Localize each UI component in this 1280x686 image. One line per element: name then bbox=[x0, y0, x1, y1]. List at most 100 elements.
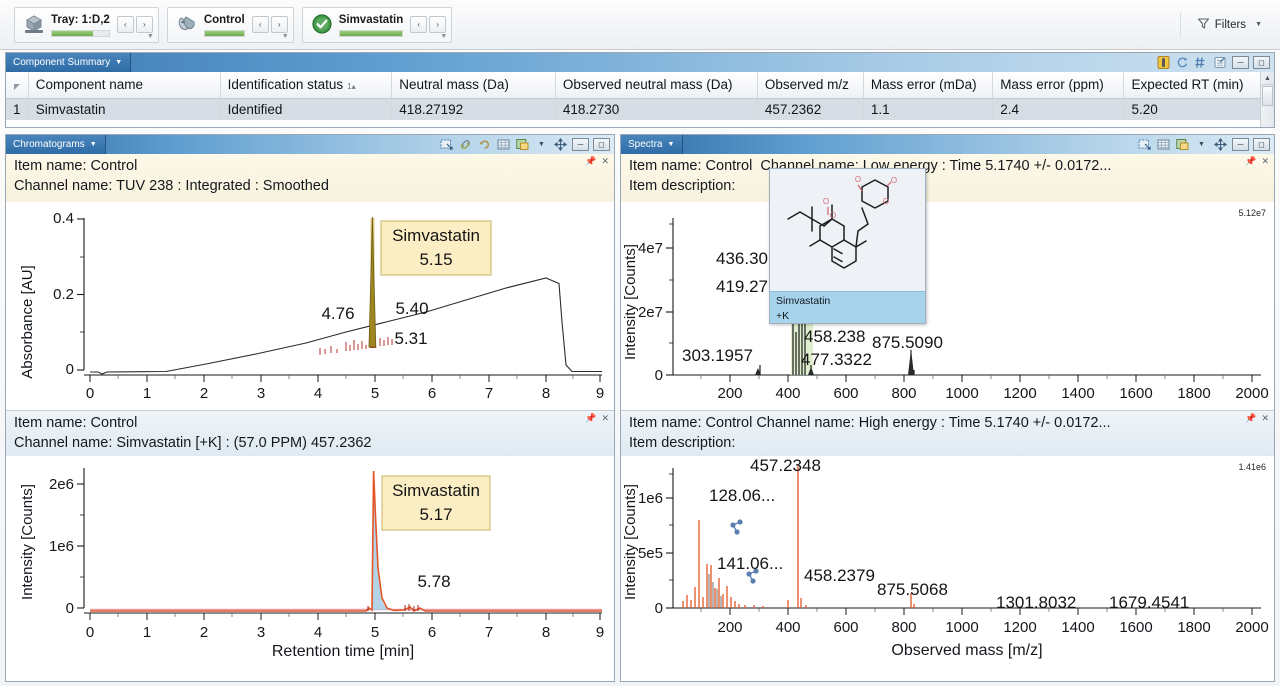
panel-restore-button[interactable]: ◻ bbox=[593, 138, 610, 151]
panel-restore-button[interactable]: ◻ bbox=[1253, 56, 1270, 69]
row-index: 1 bbox=[6, 98, 29, 120]
panel-restore-button[interactable]: ◻ bbox=[1253, 138, 1270, 151]
structure-tooltip: O O O O O Simvastatin +K bbox=[769, 168, 926, 324]
svg-text:1800: 1800 bbox=[1177, 385, 1210, 402]
svg-text:477.3322: 477.3322 bbox=[801, 350, 872, 369]
chevron-down-icon[interactable]: ▼ bbox=[115, 59, 122, 66]
tab-component-summary[interactable]: Component Summary ▼ bbox=[6, 53, 132, 72]
svg-text:1: 1 bbox=[143, 624, 151, 641]
column-header-mass-error-ppm[interactable]: Mass error (ppm) bbox=[992, 72, 1125, 99]
uv-view-controls: 📌 ✕ bbox=[585, 156, 609, 167]
column-header-observed-neutral-mass[interactable]: Observed neutral mass (Da) bbox=[555, 72, 758, 99]
undo-zoom-icon[interactable] bbox=[477, 137, 492, 152]
low-energy-spectrum-header: Item name: Control Channel name: Low ene… bbox=[621, 154, 1274, 202]
close-icon[interactable]: ✕ bbox=[1261, 156, 1269, 167]
component-navigator[interactable]: Simvastatin ‹ › ▼ bbox=[301, 6, 453, 43]
scrollbar-thumb[interactable] bbox=[1262, 86, 1273, 106]
pin-icon[interactable]: 📌 bbox=[1245, 156, 1256, 167]
pan-move-icon[interactable] bbox=[1213, 137, 1228, 152]
tray-navigator[interactable]: Tray: 1:D,2 ‹ › ▼ bbox=[14, 6, 159, 43]
tray-prev-button[interactable]: ‹ bbox=[116, 16, 134, 33]
xic-chromatogram-plot[interactable]: 2e6 1e6 0 Intensity [Counts] 0 1 2 3 4 5… bbox=[6, 456, 614, 661]
tab-chromatograms[interactable]: Chromatograms ▼ bbox=[6, 135, 106, 154]
svg-text:4: 4 bbox=[314, 624, 322, 641]
refresh-icon[interactable] bbox=[1175, 55, 1190, 70]
chromatograms-panel: Chromatograms ▼ ▼ ─ ◻ Item name: Control… bbox=[5, 134, 615, 682]
table-view-icon[interactable] bbox=[496, 137, 511, 152]
sample-next-button[interactable]: › bbox=[270, 16, 288, 33]
component-prev-button[interactable]: ‹ bbox=[410, 16, 428, 33]
select-region-icon[interactable] bbox=[1137, 137, 1152, 152]
sample-prev-button[interactable]: ‹ bbox=[251, 16, 269, 33]
svg-text:Intensity [Counts]: Intensity [Counts] bbox=[622, 484, 639, 600]
svg-text:1679.4541: 1679.4541 bbox=[1109, 593, 1189, 612]
panel-minimize-button[interactable]: ─ bbox=[1232, 56, 1249, 69]
component-label: Simvastatin bbox=[338, 13, 404, 26]
filters-button[interactable]: Filters ▼ bbox=[1179, 12, 1262, 37]
uv-item-name: Item name: Control bbox=[14, 158, 138, 174]
numbering-icon[interactable] bbox=[1194, 55, 1209, 70]
column-header-identification-status[interactable]: Identification status 1▴ bbox=[220, 72, 393, 99]
svg-text:1e6: 1e6 bbox=[49, 538, 74, 555]
table-row[interactable]: 1 Simvastatin Identified 418.27192 418.2… bbox=[6, 98, 1274, 120]
uv-chromatogram-plot[interactable]: 0.4 0.2 0 Absorbance [AU] 0 1 2 3 4 5 6 … bbox=[6, 202, 614, 410]
row-selector-header[interactable] bbox=[6, 72, 29, 99]
layout-icon[interactable] bbox=[515, 137, 530, 152]
svg-text:8: 8 bbox=[542, 624, 550, 641]
high-energy-view-controls: 📌 ✕ bbox=[1245, 413, 1269, 424]
panel-minimize-button[interactable]: ─ bbox=[572, 138, 589, 151]
layout-icon[interactable] bbox=[1175, 137, 1190, 152]
pan-move-icon[interactable] bbox=[553, 137, 568, 152]
column-header-neutral-mass[interactable]: Neutral mass (Da) bbox=[391, 72, 556, 99]
export-table-icon[interactable] bbox=[1213, 55, 1228, 70]
component-dropdown-caret[interactable]: ▼ bbox=[440, 33, 447, 40]
chromatograms-panel-header: Chromatograms ▼ ▼ ─ ◻ bbox=[6, 135, 614, 154]
svg-text:9: 9 bbox=[596, 385, 604, 402]
column-header-observed-mz[interactable]: Observed m/z bbox=[757, 72, 864, 99]
pin-icon[interactable]: 📌 bbox=[1245, 413, 1256, 424]
tray-icon bbox=[21, 12, 47, 38]
svg-text:436.30: 436.30 bbox=[716, 249, 768, 268]
column-header-expected-rt[interactable]: Expected RT (min) bbox=[1123, 72, 1274, 99]
cell-component-name: Simvastatin bbox=[28, 98, 221, 120]
summary-vertical-scrollbar[interactable]: ▲ bbox=[1260, 72, 1274, 127]
pin-icon[interactable]: 📌 bbox=[585, 156, 596, 167]
low-energy-spectrum-plot[interactable]: 5.12e7 4e7 2e7 0 Intensity [Counts] 200 … bbox=[621, 202, 1274, 410]
select-region-icon[interactable] bbox=[439, 137, 454, 152]
svg-text:5.31: 5.31 bbox=[394, 329, 427, 348]
svg-text:400: 400 bbox=[775, 619, 800, 636]
layout-dropdown-caret[interactable]: ▼ bbox=[1194, 137, 1209, 152]
close-icon[interactable]: ✕ bbox=[601, 156, 609, 167]
xic-channel-name: Channel name: Simvastatin [+K] : (57.0 P… bbox=[14, 435, 372, 451]
close-icon[interactable]: ✕ bbox=[601, 413, 609, 424]
tray-dropdown-caret[interactable]: ▼ bbox=[147, 33, 154, 40]
svg-text:5.40: 5.40 bbox=[395, 299, 428, 318]
component-next-button[interactable]: › bbox=[429, 16, 447, 33]
high-energy-spectrum-plot[interactable]: 1.41e6 1e6 5e5 0 Intensity [Counts] 200 … bbox=[621, 456, 1274, 661]
cell-mass-error-ppm: 2.4 bbox=[992, 98, 1125, 120]
chevron-down-icon[interactable]: ▼ bbox=[667, 141, 674, 148]
component-summary-header: Component Summary ▼ ─ ◻ bbox=[6, 53, 1274, 72]
table-view-icon[interactable] bbox=[1156, 137, 1171, 152]
svg-text:7: 7 bbox=[485, 624, 493, 641]
cell-neutral-mass: 418.27192 bbox=[391, 98, 556, 120]
panel-minimize-button[interactable]: ─ bbox=[1232, 138, 1249, 151]
layout-dropdown-caret[interactable]: ▼ bbox=[534, 137, 549, 152]
tab-spectra[interactable]: Spectra ▼ bbox=[621, 135, 684, 154]
link-chromatograms-icon[interactable] bbox=[458, 137, 473, 152]
column-header-component-name[interactable]: Component name bbox=[28, 72, 221, 99]
tray-next-button[interactable]: › bbox=[135, 16, 153, 33]
pin-icon[interactable]: 📌 bbox=[585, 413, 596, 424]
close-icon[interactable]: ✕ bbox=[1261, 413, 1269, 424]
svg-text:O: O bbox=[891, 176, 897, 185]
svg-text:3: 3 bbox=[257, 385, 265, 402]
sample-navigator[interactable]: Control ‹ › ▼ bbox=[166, 6, 294, 43]
info-column-icon[interactable] bbox=[1156, 55, 1171, 70]
svg-text:Simvastatin: Simvastatin bbox=[392, 226, 480, 245]
chevron-down-icon[interactable]: ▼ bbox=[90, 141, 97, 148]
scroll-up-icon[interactable]: ▲ bbox=[1261, 72, 1274, 85]
sample-dropdown-caret[interactable]: ▼ bbox=[282, 33, 289, 40]
chevron-down-icon[interactable]: ▼ bbox=[1255, 21, 1262, 28]
column-header-mass-error-mda[interactable]: Mass error (mDa) bbox=[863, 72, 994, 99]
low-energy-item-name: Item name: Control Channel name: Low ene… bbox=[629, 156, 1266, 176]
